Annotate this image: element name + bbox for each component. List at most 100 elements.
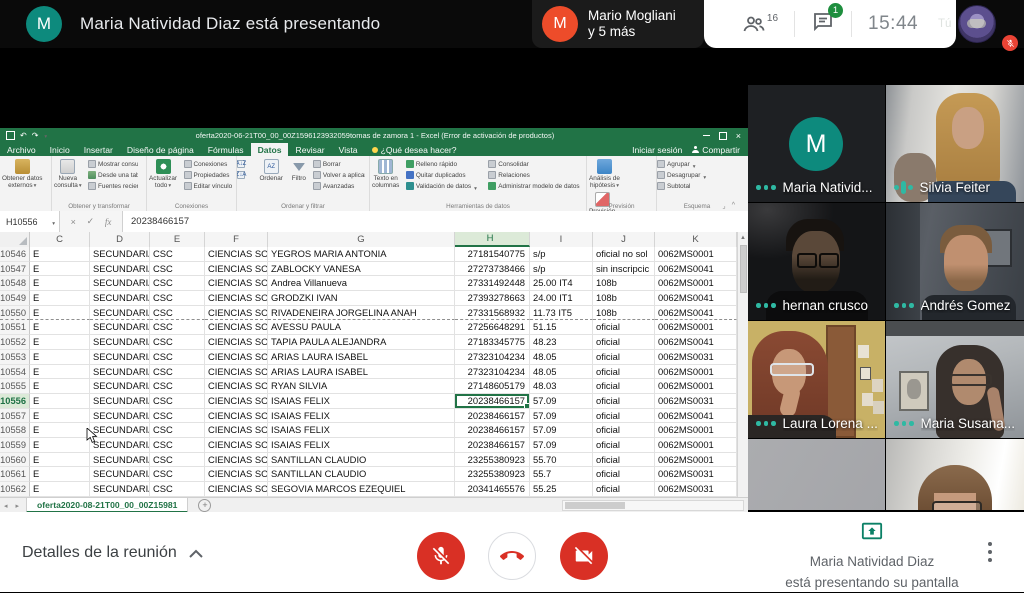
- cell[interactable]: SECUNDARIA: [90, 409, 150, 424]
- cell[interactable]: CSC: [150, 320, 205, 335]
- tile-menu-icon[interactable]: [894, 303, 914, 308]
- cell[interactable]: SECUNDARIA: [90, 306, 150, 321]
- cell[interactable]: 11.73 IT5: [530, 306, 593, 321]
- cell[interactable]: s/p: [530, 262, 593, 277]
- cell[interactable]: oficial: [593, 423, 655, 438]
- cell[interactable]: CIENCIAS SO: [205, 409, 268, 424]
- cell[interactable]: 0062MS0001: [655, 320, 737, 335]
- flash-fill-button[interactable]: Relleno rápido: [406, 159, 484, 169]
- tab-formulas[interactable]: Fórmulas: [201, 143, 251, 156]
- row-header[interactable]: 10553: [0, 350, 30, 365]
- cell[interactable]: ARIAS LAURA ISABEL: [268, 350, 455, 365]
- cell[interactable]: CSC: [150, 276, 205, 291]
- cell[interactable]: AVESSU PAULA: [268, 320, 455, 335]
- cell[interactable]: ISAIAS FELIX: [268, 423, 455, 438]
- cell[interactable]: SECUNDARIA: [90, 438, 150, 453]
- cell[interactable]: 57.09: [530, 394, 593, 409]
- new-query-button[interactable]: Nuevaconsulta: [52, 158, 84, 191]
- cell[interactable]: CSC: [150, 438, 205, 453]
- properties-button[interactable]: Propiedades: [184, 170, 232, 180]
- minimize-button[interactable]: [703, 135, 710, 136]
- cell[interactable]: 0062MS0001: [655, 247, 737, 262]
- clear-filter-button[interactable]: Borrar: [313, 159, 365, 169]
- insert-function-icon[interactable]: fx: [105, 217, 112, 227]
- cell[interactable]: E: [30, 350, 90, 365]
- cell[interactable]: 51.15: [530, 320, 593, 335]
- cell[interactable]: 27323104234: [455, 350, 530, 365]
- save-icon[interactable]: [6, 131, 15, 140]
- cell[interactable]: CIENCIAS SO: [205, 320, 268, 335]
- cell[interactable]: SECUNDARIA: [90, 262, 150, 277]
- cell[interactable]: E: [30, 394, 90, 409]
- share-button[interactable]: Compartir: [692, 145, 740, 155]
- cell[interactable]: 27331492448: [455, 276, 530, 291]
- tile-maria-natividad[interactable]: M Maria Nativid...: [748, 85, 885, 202]
- cell[interactable]: oficial: [593, 409, 655, 424]
- row-header[interactable]: 10562: [0, 482, 30, 497]
- cell[interactable]: E: [30, 262, 90, 277]
- cell[interactable]: oficial: [593, 482, 655, 497]
- cell[interactable]: ZABLOCKY VANESA: [268, 262, 455, 277]
- cell[interactable]: CIENCIAS SO: [205, 379, 268, 394]
- data-validation-button[interactable]: Validación de datos: [406, 181, 484, 191]
- cell[interactable]: 108b: [593, 306, 655, 321]
- row-header[interactable]: 10558: [0, 423, 30, 438]
- cell[interactable]: E: [30, 320, 90, 335]
- cell[interactable]: oficial: [593, 394, 655, 409]
- cell[interactable]: CSC: [150, 365, 205, 380]
- tile-silvia-feiter[interactable]: Silvia Feiter: [886, 85, 1024, 202]
- cell[interactable]: SEGOVIA MARCOS EZEQUIEL: [268, 482, 455, 497]
- cell[interactable]: 20238466157: [455, 438, 530, 453]
- chat-button[interactable]: 1: [795, 10, 851, 38]
- cell[interactable]: E: [30, 306, 90, 321]
- cell[interactable]: SECUNDARIA: [90, 276, 150, 291]
- cell[interactable]: CSC: [150, 394, 205, 409]
- cell[interactable]: ISAIAS FELIX: [268, 394, 455, 409]
- cell[interactable]: 57.09: [530, 438, 593, 453]
- cell[interactable]: 0062MS0001: [655, 365, 737, 380]
- cell[interactable]: 0062MS0041: [655, 409, 737, 424]
- cell[interactable]: E: [30, 482, 90, 497]
- select-all-corner[interactable]: [0, 232, 30, 247]
- tab-datos[interactable]: Datos: [251, 143, 289, 156]
- cell[interactable]: 57.09: [530, 409, 593, 424]
- cell[interactable]: 20341465576: [455, 482, 530, 497]
- what-if-button[interactable]: Análisis dehipótesis: [587, 158, 622, 191]
- row-header[interactable]: 10560: [0, 453, 30, 468]
- cell[interactable]: SECUNDARIA: [90, 379, 150, 394]
- cell[interactable]: oficial: [593, 453, 655, 468]
- cell[interactable]: CIENCIAS SO: [205, 423, 268, 438]
- cell[interactable]: E: [30, 453, 90, 468]
- sheet-tab[interactable]: oferta2020-08-21T00_00_00Z15981: [26, 498, 188, 513]
- cell[interactable]: 27273738466: [455, 262, 530, 277]
- cell[interactable]: sin inscripcic: [593, 262, 655, 277]
- column-header-K[interactable]: K: [655, 232, 737, 247]
- row-header[interactable]: 10556: [0, 394, 30, 409]
- row-header[interactable]: 10561: [0, 467, 30, 482]
- cell[interactable]: CIENCIAS SO: [205, 482, 268, 497]
- scrollbar-thumb[interactable]: [565, 502, 625, 509]
- ungroup-button[interactable]: Desagrupar: [657, 170, 729, 180]
- cell[interactable]: oficial: [593, 320, 655, 335]
- cell[interactable]: 27183345775: [455, 335, 530, 350]
- formula-input[interactable]: 20238466157: [123, 211, 748, 232]
- cell[interactable]: CSC: [150, 409, 205, 424]
- cell[interactable]: 23255380923: [455, 453, 530, 468]
- cell[interactable]: CIENCIAS SO: [205, 350, 268, 365]
- column-header-D[interactable]: D: [90, 232, 150, 247]
- advanced-button[interactable]: Avanzadas: [313, 181, 365, 191]
- cell[interactable]: CSC: [150, 423, 205, 438]
- cell[interactable]: CSC: [150, 306, 205, 321]
- add-sheet-button[interactable]: +: [198, 499, 211, 512]
- cell[interactable]: 0062MS0001: [655, 423, 737, 438]
- cell[interactable]: E: [30, 276, 90, 291]
- recent-sources-button[interactable]: Fuentes recientes: [88, 181, 138, 191]
- tile-menu-icon[interactable]: [756, 303, 776, 308]
- tile-andres-gomez[interactable]: Andrés Gomez: [886, 203, 1024, 320]
- confirm-entry-icon[interactable]: ✓: [87, 216, 95, 227]
- horizontal-scrollbar[interactable]: [562, 500, 744, 511]
- cell[interactable]: SANTILLAN CLAUDIO: [268, 467, 455, 482]
- cell[interactable]: 57.09: [530, 423, 593, 438]
- cell[interactable]: 55.70: [530, 453, 593, 468]
- cell[interactable]: ARIAS LAURA ISABEL: [268, 365, 455, 380]
